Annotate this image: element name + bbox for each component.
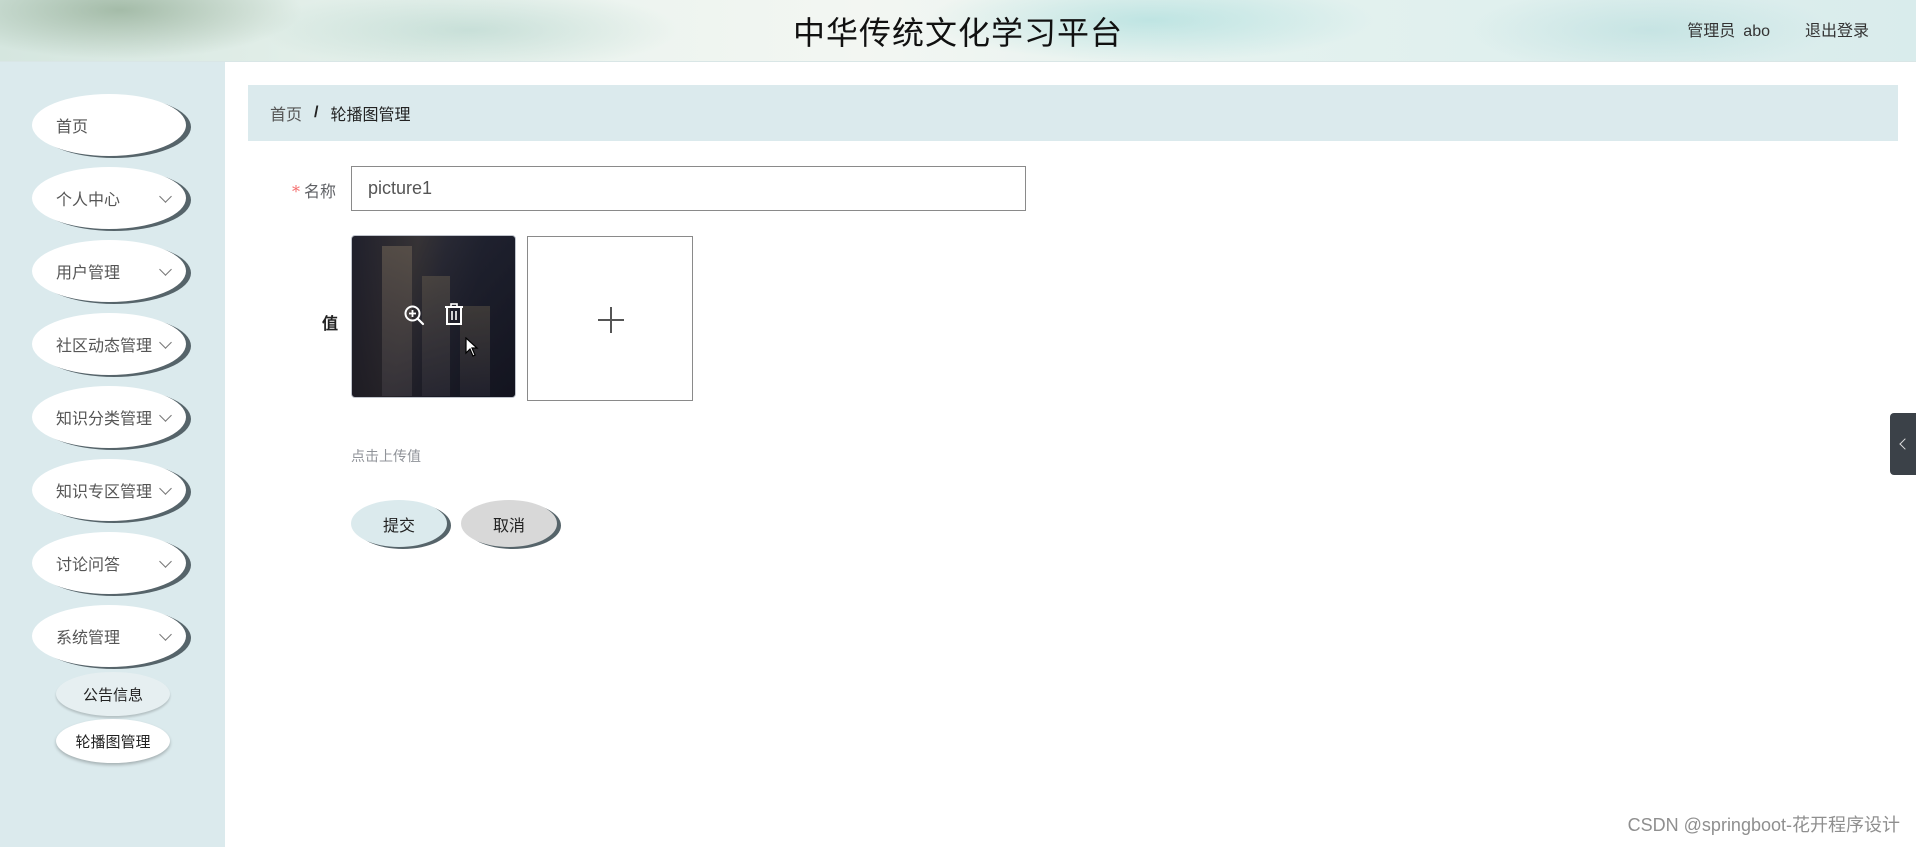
sidebar-item-label: 首页 — [56, 117, 89, 136]
sidebar-item-community[interactable]: 社区动态管理 — [32, 313, 186, 375]
sidebar-item-knowledge-category[interactable]: 知识分类管理 — [32, 386, 186, 448]
name-field-label: * 名称 — [292, 178, 336, 202]
logout-link[interactable]: 退出登录 — [1805, 17, 1869, 41]
sidebar-item-label: 系统管理 — [56, 628, 121, 647]
sidebar-subitem-carousel[interactable]: 轮播图管理 — [56, 719, 170, 763]
sidebar-item-discussion[interactable]: 讨论问答 — [32, 532, 186, 594]
upload-hint: 点击上传值 — [351, 448, 421, 464]
sidebar-item-label: 知识专区管理 — [56, 482, 153, 501]
sidebar-subitem-label: 公告信息 — [82, 686, 143, 704]
sidebar-item-users[interactable]: 用户管理 — [32, 240, 186, 302]
sidebar-subitem-label: 轮播图管理 — [75, 733, 151, 751]
mouse-cursor-icon — [465, 337, 479, 357]
sidebar-item-profile[interactable]: 个人中心 — [32, 167, 186, 229]
user-info: 管理员 abo — [1687, 17, 1770, 41]
submit-button-label: 提交 — [382, 517, 415, 535]
sidebar-item-label: 讨论问答 — [56, 555, 121, 574]
cancel-button-label: 取消 — [492, 517, 525, 535]
breadcrumb-current: 轮播图管理 — [330, 107, 411, 124]
sidebar-item-label: 社区动态管理 — [56, 336, 153, 355]
sidebar-subitem-announcements[interactable]: 公告信息 — [56, 672, 170, 716]
chevron-left-icon — [1899, 438, 1911, 450]
zoom-in-icon[interactable] — [402, 303, 426, 327]
breadcrumb-separator: / — [314, 104, 319, 121]
role-label: 管理员 — [1687, 21, 1736, 40]
upload-button[interactable] — [527, 236, 693, 401]
name-label-text: 名称 — [304, 182, 337, 201]
watermark: CSDN @springboot-花开程序设计 — [1627, 815, 1900, 835]
value-field-label: 值 — [322, 316, 339, 333]
name-input[interactable] — [351, 166, 1026, 211]
breadcrumb: 首页 / 轮播图管理 — [248, 85, 1898, 141]
sidebar-item-system[interactable]: 系统管理 — [32, 605, 186, 667]
sidebar: 首页 个人中心 用户管理 社区动态管理 知识分类管理 知识专区管理 讨论问答 系… — [0, 62, 225, 847]
uploaded-image-thumbnail[interactable] — [351, 235, 516, 398]
required-mark: * — [292, 182, 300, 201]
sidebar-item-knowledge-zone[interactable]: 知识专区管理 — [32, 459, 186, 521]
cancel-button[interactable]: 取消 — [461, 500, 557, 547]
site-title: 中华传统文化学习平台 — [792, 14, 1123, 52]
sidebar-item-label: 知识分类管理 — [56, 409, 153, 428]
sidebar-item-home[interactable]: 首页 — [32, 94, 186, 156]
sidebar-item-label: 个人中心 — [56, 190, 121, 209]
sidebar-item-label: 用户管理 — [56, 263, 121, 282]
username: abo — [1743, 23, 1770, 40]
thumbnail-hover-overlay — [352, 236, 515, 397]
submit-button[interactable]: 提交 — [351, 500, 447, 547]
top-header: 中华传统文化学习平台 管理员 abo 退出登录 — [0, 0, 1916, 62]
plus-icon — [610, 307, 612, 333]
side-panel-toggle[interactable] — [1890, 413, 1916, 475]
trash-icon[interactable] — [442, 302, 466, 326]
breadcrumb-home[interactable]: 首页 — [270, 101, 302, 125]
